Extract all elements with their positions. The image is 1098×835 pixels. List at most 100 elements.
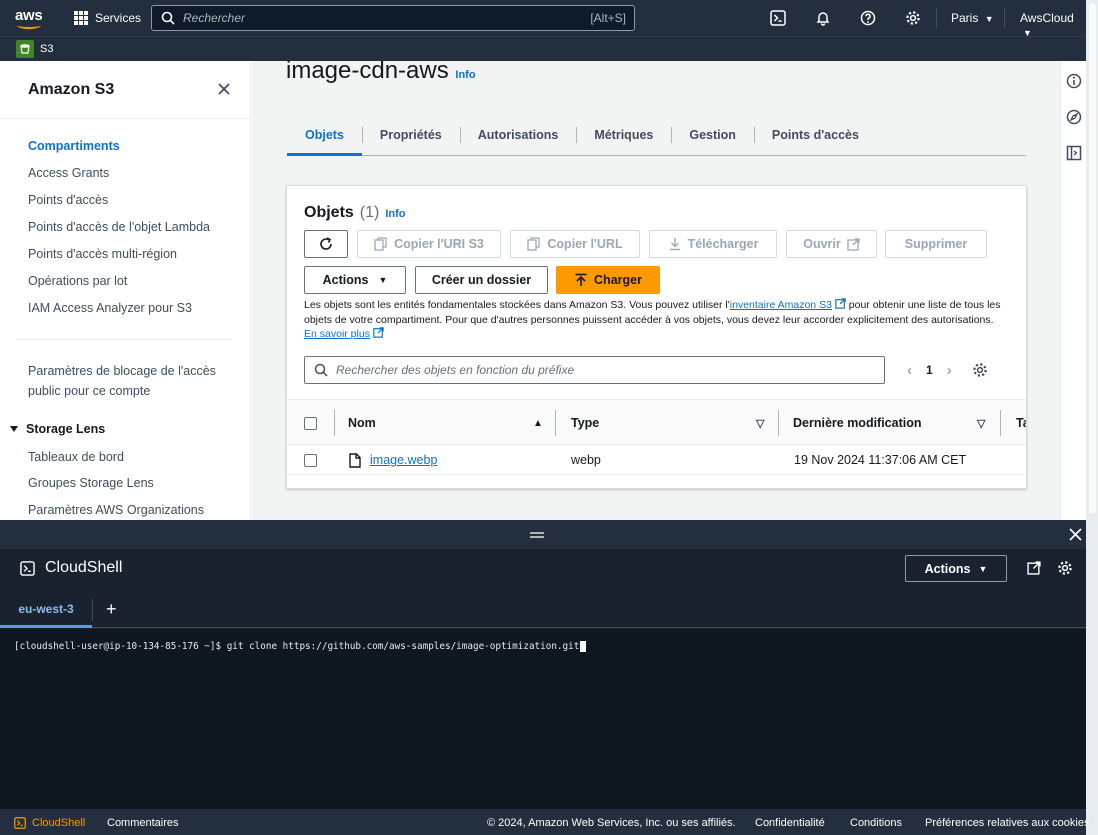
sidebar-item-aws-organizations-settings[interactable]: Paramètres AWS Organizations xyxy=(28,503,204,517)
add-tab-button[interactable]: + xyxy=(106,599,117,620)
inventory-link[interactable]: inventaire Amazon S3 xyxy=(730,299,832,311)
sidebar-item-batch-operations[interactable]: Opérations par lot xyxy=(28,274,127,288)
objects-panel: Objets (1) Info Copier l'URI S3 Copier l… xyxy=(286,185,1027,489)
column-name-label: Nom xyxy=(348,416,376,430)
nav-separator xyxy=(1004,8,1005,28)
tab-access-points[interactable]: Points d'accès xyxy=(753,115,877,155)
region-selector[interactable]: Paris ▼ xyxy=(951,11,994,25)
tab-metrics[interactable]: Métriques xyxy=(576,115,671,155)
s3-service-icon[interactable] xyxy=(16,40,34,58)
page-number[interactable]: 1 xyxy=(926,363,933,377)
info-link[interactable]: Info xyxy=(455,69,475,81)
open-button[interactable]: Ouvrir xyxy=(786,230,877,258)
terminal[interactable]: [cloudshell-user@ip-10-134-85-176 ~]$ gi… xyxy=(0,629,1086,809)
footer-privacy-link[interactable]: Confidentialité xyxy=(755,817,825,829)
tools-panel xyxy=(1060,61,1086,520)
gear-icon[interactable] xyxy=(972,362,988,378)
sidebar-item-access-points[interactable]: Points d'accès xyxy=(28,193,108,207)
object-search-input[interactable]: Rechercher des objets en fonction du pré… xyxy=(304,356,885,384)
nav-separator xyxy=(936,8,937,28)
footer-cloudshell-label: CloudShell xyxy=(32,817,86,829)
chevron-right-icon[interactable]: › xyxy=(947,362,952,379)
pagination: ‹ 1 › xyxy=(907,356,988,384)
column-header-name[interactable]: Nom xyxy=(348,400,376,446)
close-icon[interactable] xyxy=(216,81,232,97)
cloudshell-icon xyxy=(20,560,35,576)
tab-properties[interactable]: Propriétés xyxy=(361,115,460,155)
compass-icon[interactable] xyxy=(1066,109,1082,125)
copy-url-button[interactable]: Copier l'URL xyxy=(510,230,640,258)
sort-ascending-icon[interactable]: ▲ xyxy=(533,400,543,446)
sidebar-item-dashboards[interactable]: Tableaux de bord xyxy=(28,450,124,464)
cloudshell-actions-label: Actions xyxy=(924,561,971,576)
column-type-label: Type xyxy=(571,416,600,430)
sort-caret-icon[interactable]: ▽ xyxy=(756,400,764,446)
column-separator[interactable] xyxy=(778,410,779,436)
cloudshell-actions-button[interactable]: Actions ▼ xyxy=(905,555,1007,582)
sidebar-item-iam-access-analyzer[interactable]: IAM Access Analyzer pour S3 xyxy=(28,301,192,315)
tab-management[interactable]: Gestion xyxy=(671,115,754,155)
sidebar-item-block-public-access[interactable]: Paramètres de blocage de l'accès public … xyxy=(28,364,216,398)
tab-objects[interactable]: Objets xyxy=(287,115,362,156)
sidebar-item-access-grants[interactable]: Access Grants xyxy=(28,166,109,180)
row-checkbox[interactable] xyxy=(304,445,317,475)
footer-cloudshell-button[interactable]: CloudShell xyxy=(14,817,85,829)
service-label[interactable]: S3 xyxy=(40,43,53,55)
search-icon xyxy=(161,11,175,25)
storage-lens-section-toggle[interactable]: Storage Lens xyxy=(10,422,105,436)
column-separator[interactable] xyxy=(555,410,556,436)
cloudshell-resize-bar[interactable] xyxy=(0,520,1086,549)
copy-s3-uri-button[interactable]: Copier l'URI S3 xyxy=(357,230,501,258)
sidebar-item-storage-lens-groups[interactable]: Groupes Storage Lens xyxy=(28,476,154,490)
upload-button[interactable]: Charger xyxy=(556,266,660,294)
page-scrollbar[interactable] xyxy=(1086,0,1098,835)
footer-terms-link[interactable]: Conditions xyxy=(850,817,902,829)
info-link[interactable]: Info xyxy=(385,208,405,220)
bucket-name: image-cdn-aws xyxy=(286,61,449,84)
object-name-cell: image.webp xyxy=(349,445,437,475)
services-label: Services xyxy=(95,11,142,25)
column-header-last-modified[interactable]: Dernière modification xyxy=(793,400,922,446)
column-header-size[interactable]: Ta xyxy=(1016,400,1026,446)
tab-eu-west-3[interactable]: eu-west-3 xyxy=(0,593,92,628)
scrollbar-thumb[interactable] xyxy=(1089,3,1096,513)
tab-permissions[interactable]: Autorisations xyxy=(459,115,577,155)
global-search-input[interactable]: Rechercher [Alt+S] xyxy=(151,5,635,31)
object-link[interactable]: image.webp xyxy=(370,453,437,467)
refresh-button[interactable] xyxy=(304,230,348,258)
chevron-left-icon[interactable]: ‹ xyxy=(907,362,912,379)
delete-button[interactable]: Supprimer xyxy=(885,230,987,258)
download-icon xyxy=(669,238,680,251)
tab-separator xyxy=(92,599,93,621)
select-all-checkbox[interactable] xyxy=(304,400,317,446)
close-icon[interactable] xyxy=(1069,528,1082,541)
sidebar-item-lambda-access-points[interactable]: Points d'accès de l'objet Lambda xyxy=(28,220,210,234)
info-icon[interactable] xyxy=(1066,73,1082,89)
drag-handle-icon[interactable] xyxy=(529,531,545,539)
aws-logo[interactable]: aws xyxy=(14,4,46,32)
gear-icon[interactable] xyxy=(904,9,922,27)
sidebar-item-buckets[interactable]: Compartiments xyxy=(28,139,120,153)
footer-feedback-link[interactable]: Commentaires xyxy=(107,817,179,829)
gear-icon[interactable] xyxy=(1057,560,1073,576)
caret-down-icon: ▼ xyxy=(984,14,994,24)
block-access-line2: public pour ce compte xyxy=(28,384,151,398)
cloudshell-icon[interactable] xyxy=(769,9,787,27)
services-menu-button[interactable]: Services xyxy=(74,11,141,25)
panel-icon[interactable] xyxy=(1066,145,1082,161)
learn-more-link[interactable]: En savoir plus xyxy=(304,328,370,340)
region-label: Paris xyxy=(951,11,979,25)
column-separator[interactable] xyxy=(1000,410,1001,436)
sort-caret-icon[interactable]: ▽ xyxy=(977,400,985,446)
sidebar-item-multi-region-access-points[interactable]: Points d'accès multi-région xyxy=(28,247,177,261)
help-icon[interactable] xyxy=(859,9,877,27)
footer-cookies-link[interactable]: Préférences relatives aux cookies xyxy=(925,817,1089,829)
download-button[interactable]: Télécharger xyxy=(649,230,777,258)
account-menu[interactable]: AwsCloud ▼ xyxy=(1020,11,1086,39)
column-header-type[interactable]: Type xyxy=(571,400,599,446)
external-link-icon[interactable] xyxy=(1027,561,1041,575)
bell-icon[interactable] xyxy=(814,9,832,27)
create-folder-button[interactable]: Créer un dossier xyxy=(415,266,548,294)
global-search-placeholder: Rechercher xyxy=(183,11,246,25)
actions-dropdown-button[interactable]: Actions ▼ xyxy=(304,266,406,294)
